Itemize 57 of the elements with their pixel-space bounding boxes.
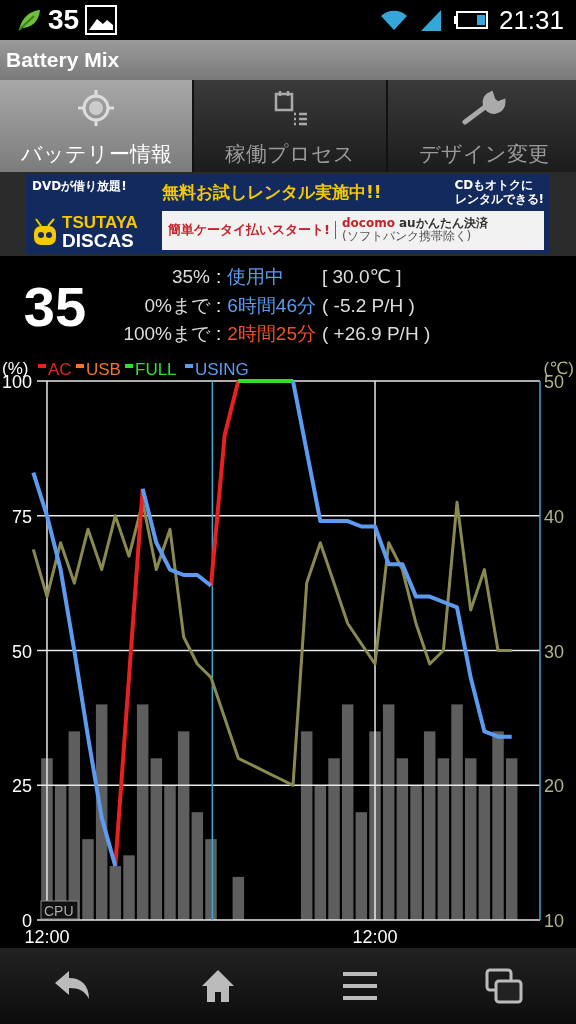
tab[interactable]: バッテリー情報	[0, 80, 192, 172]
info-value: 6時間46分	[227, 293, 316, 318]
axis-label: 30	[544, 641, 565, 662]
axis-label: 40	[544, 506, 565, 527]
payment-text: 簡単ケータイ払いスタート!	[168, 221, 336, 240]
logo-text: TSUTAYA	[62, 214, 138, 231]
carrier-name: docomo	[341, 216, 395, 230]
recent-apps-icon[interactable]	[484, 968, 523, 1004]
axis-label: 25	[11, 776, 32, 797]
legend-item: FULL	[125, 360, 177, 379]
info-value: 使用中	[227, 265, 286, 290]
app-title: Battery Mix	[6, 48, 120, 72]
cpu-label: CPU	[40, 900, 79, 920]
info-detail: ( +26.9 P/H )	[322, 322, 431, 347]
menu-icon[interactable]	[342, 971, 379, 1001]
ad-headline: 無料お試しレンタル実施中!!	[162, 180, 382, 204]
separator: :	[216, 293, 222, 318]
info-value: 2時間25分	[227, 322, 316, 347]
ad-note: レンタルできる!	[454, 192, 544, 207]
ad-tagline: DVDが借り放題!	[32, 178, 128, 195]
axis-label: 50	[11, 641, 32, 662]
separator: :	[216, 265, 222, 290]
tab[interactable]: デザイン変更	[388, 80, 576, 172]
logo-text: DISCAS	[62, 231, 135, 250]
info-detail: ( -5.2 P/H )	[322, 293, 416, 318]
axis-label: 12:00	[352, 927, 398, 947]
legend-label: USING	[195, 360, 249, 379]
signal-icon	[418, 8, 443, 32]
wrench-icon	[461, 88, 507, 128]
info-label: 100%まで	[122, 322, 210, 347]
tab[interactable]: 稼働プロセス	[194, 80, 386, 172]
info-label: 0%まで	[143, 293, 210, 318]
leaf-icon	[16, 7, 42, 33]
carrier-note: (ソフトバンク携帯除く)	[341, 230, 473, 245]
axis-label: 10	[544, 911, 565, 931]
wifi-icon	[378, 8, 409, 32]
tv-mascot-icon	[32, 217, 58, 247]
legend-label: AC	[48, 360, 72, 379]
legend-item: AC	[38, 360, 72, 379]
crosshair-icon	[76, 88, 116, 128]
ad-note: CDもオトクに	[454, 178, 535, 193]
battery-level-number: 35	[22, 273, 88, 339]
battery-percent: 35	[48, 4, 80, 36]
legend-label: FULL	[135, 360, 177, 379]
separator: :	[216, 322, 222, 347]
series-label: CPU	[44, 903, 74, 919]
legend-item: USING	[185, 360, 249, 379]
legend-item: USB	[76, 360, 121, 379]
clock: 21:31	[498, 4, 564, 36]
axis-label: 20	[544, 776, 565, 797]
battery-icon	[452, 10, 489, 30]
info-detail: [ 30.0℃ ]	[322, 265, 403, 290]
axis-label: 75	[11, 506, 32, 527]
carrier-name: auかんたん決済	[398, 216, 488, 230]
legend-label: USB	[86, 360, 121, 379]
image-icon	[85, 5, 118, 35]
info-label: 35%	[170, 265, 210, 290]
